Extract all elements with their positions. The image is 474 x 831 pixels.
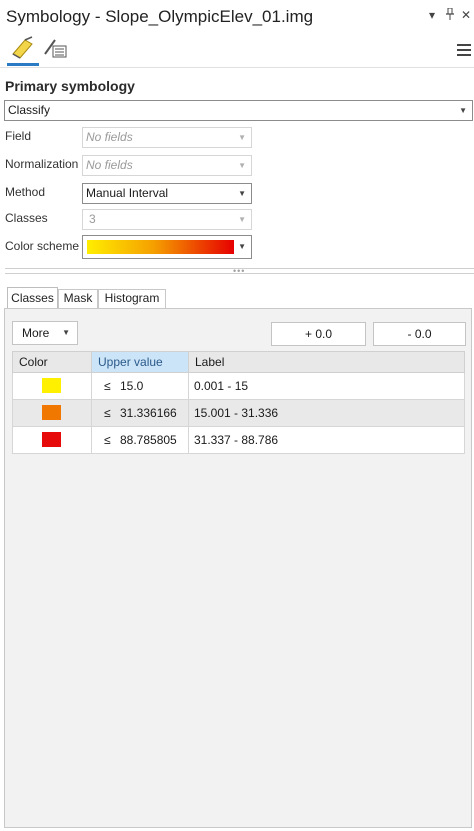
normalization-value: No fields xyxy=(86,158,133,172)
renderer-dropdown[interactable]: Classify ▼ xyxy=(4,100,473,121)
field-dropdown[interactable]: No fields ▼ xyxy=(82,127,252,148)
caret-down-icon: ▼ xyxy=(62,328,70,337)
upper-value[interactable]: 88.785805 xyxy=(120,433,177,447)
add-value-button[interactable]: + 0.0 xyxy=(271,322,366,346)
classes-label: Classes xyxy=(5,211,48,225)
field-label: Field xyxy=(5,129,32,143)
tab-classes[interactable]: Classes xyxy=(7,287,58,308)
caret-down-icon: ▼ xyxy=(238,215,246,224)
normalization-label: Normalization xyxy=(5,157,79,171)
table-row[interactable]: ≤88.785805 31.337 - 88.786 xyxy=(12,427,465,454)
caret-down-icon: ▼ xyxy=(238,189,246,198)
upper-value[interactable]: 31.336166 xyxy=(120,406,177,420)
active-tool-indicator xyxy=(7,63,39,66)
less-equal-symbol: ≤ xyxy=(104,406,111,420)
hamburger-icon[interactable] xyxy=(457,44,471,56)
caret-down-icon: ▼ xyxy=(238,242,246,251)
caret-down-icon: ▼ xyxy=(238,133,246,142)
class-label[interactable]: 31.337 - 88.786 xyxy=(189,427,464,453)
chevron-down-icon[interactable]: ▾ xyxy=(425,8,439,22)
toolbar-divider xyxy=(0,67,474,68)
method-label: Method xyxy=(5,185,46,199)
pane-title: Symbology - Slope_OlympicElev_01.img xyxy=(6,7,314,26)
close-icon[interactable]: ✕ xyxy=(459,8,473,22)
class-color-swatch[interactable] xyxy=(42,405,61,420)
upper-value[interactable]: 15.0 xyxy=(120,379,143,393)
caret-down-icon: ▼ xyxy=(238,161,246,170)
column-header-color[interactable]: Color xyxy=(13,352,91,372)
paintbrush-icon[interactable] xyxy=(10,36,36,60)
method-dropdown[interactable]: Manual Interval ▼ xyxy=(82,183,252,204)
class-color-swatch[interactable] xyxy=(42,432,61,447)
less-equal-symbol: ≤ xyxy=(104,433,111,447)
renderer-value: Classify xyxy=(8,103,51,117)
column-header-upper-value[interactable]: Upper value xyxy=(91,352,189,372)
more-button[interactable]: More ▼ xyxy=(12,321,78,345)
column-header-label[interactable]: Label xyxy=(189,352,464,372)
color-scheme-label: Color scheme xyxy=(5,239,80,253)
class-label[interactable]: 0.001 - 15 xyxy=(189,373,464,399)
less-equal-symbol: ≤ xyxy=(104,379,111,393)
pin-icon[interactable] xyxy=(443,7,457,23)
tab-histogram[interactable]: Histogram xyxy=(98,289,166,308)
tab-mask[interactable]: Mask xyxy=(58,289,98,308)
method-value: Manual Interval xyxy=(86,186,169,200)
section-title: Primary symbology xyxy=(5,78,135,94)
brush-list-icon[interactable] xyxy=(42,36,68,60)
normalization-dropdown[interactable]: No fields ▼ xyxy=(82,155,252,176)
classes-dropdown[interactable]: 3 ▼ xyxy=(82,209,252,230)
field-value: No fields xyxy=(86,130,133,144)
more-label: More xyxy=(22,326,50,340)
color-scheme-ramp xyxy=(87,240,234,254)
table-row[interactable]: ≤31.336166 15.001 - 31.336 xyxy=(12,400,465,427)
pane-splitter[interactable]: ••• xyxy=(0,267,474,276)
classes-value: 3 xyxy=(89,212,96,226)
class-label[interactable]: 15.001 - 31.336 xyxy=(189,400,464,426)
caret-down-icon: ▼ xyxy=(459,106,467,115)
table-row[interactable]: ≤15.0 0.001 - 15 xyxy=(12,373,465,400)
class-color-swatch[interactable] xyxy=(42,378,61,393)
subtract-value-button[interactable]: - 0.0 xyxy=(373,322,466,346)
grid-header: Color Upper value Label xyxy=(12,351,465,373)
